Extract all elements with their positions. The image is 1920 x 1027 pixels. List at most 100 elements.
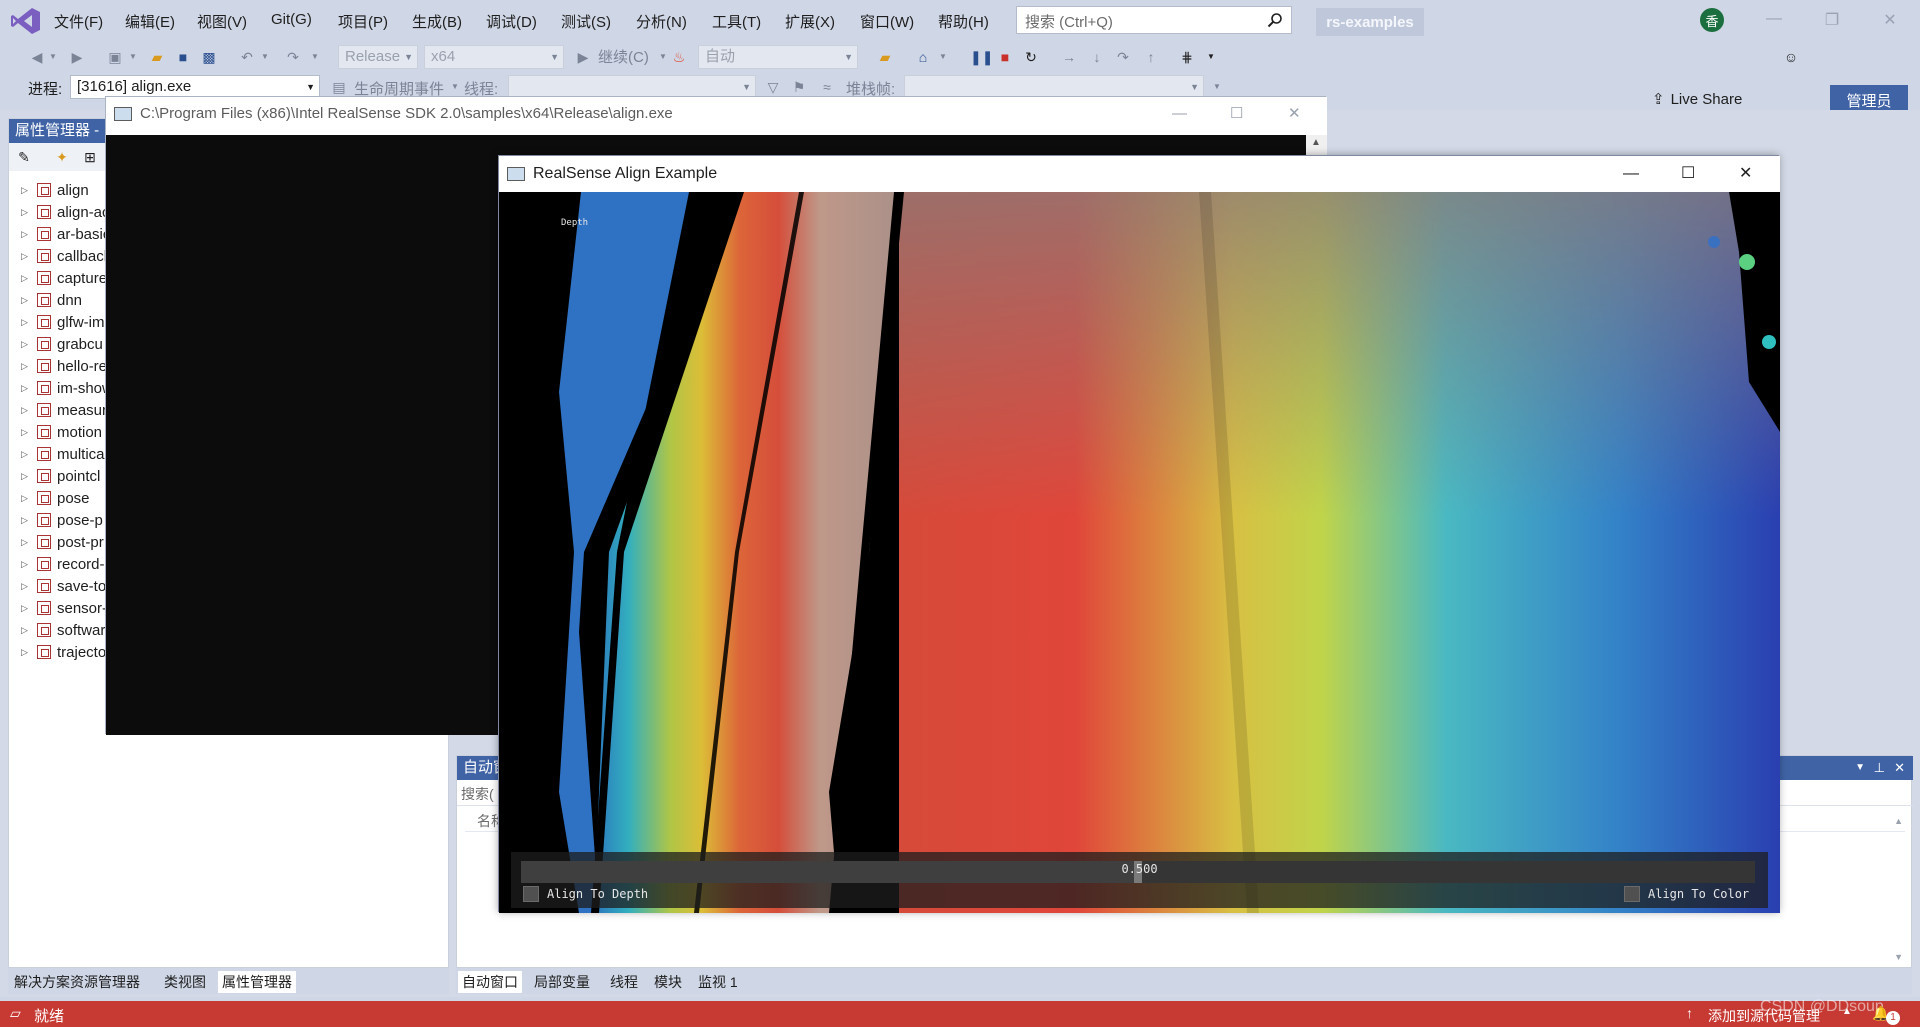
- expand-icon[interactable]: ▷: [21, 185, 31, 196]
- feedback-icon[interactable]: ☺: [1782, 48, 1800, 66]
- tree-item[interactable]: ▷ ar-basic: [21, 223, 110, 245]
- menu-help[interactable]: 帮助(H): [938, 11, 989, 32]
- tree-item[interactable]: ▷ record-: [21, 553, 105, 575]
- continue-button[interactable]: 继续(C): [598, 46, 649, 67]
- stop-icon[interactable]: ■: [996, 48, 1014, 66]
- tree-item[interactable]: ▷ glfw-im: [21, 311, 105, 333]
- scroll-up-icon[interactable]: ▲: [1894, 816, 1903, 826]
- tab-watch-1[interactable]: 监视 1: [694, 971, 742, 993]
- tree-item[interactable]: ▷ save-to: [21, 575, 106, 597]
- tree-item[interactable]: ▷ trajecto: [21, 641, 106, 663]
- minimize-icon[interactable]: —: [1762, 10, 1786, 30]
- expand-icon[interactable]: ▷: [21, 295, 31, 306]
- wrench-icon[interactable]: ✎: [15, 148, 33, 166]
- application-insights-icon[interactable]: ⌂: [914, 48, 932, 66]
- tree-item[interactable]: ▷ hello-re: [21, 355, 107, 377]
- auto-dropdown[interactable]: 自动 ▼: [698, 45, 858, 69]
- scroll-up-icon[interactable]: ▲: [1311, 137, 1321, 148]
- checkbox-box[interactable]: [523, 886, 539, 902]
- redo-dropdown-icon[interactable]: ▼: [306, 48, 324, 66]
- show-threads-icon[interactable]: ≈: [818, 78, 836, 96]
- tree-item[interactable]: ▷ align-ac: [21, 201, 110, 223]
- tree-item[interactable]: ▷ pose-p: [21, 509, 103, 531]
- tab-property-manager[interactable]: 属性管理器: [218, 971, 296, 993]
- tree-item[interactable]: ▷ capture: [21, 267, 107, 289]
- undo-icon[interactable]: ↶: [238, 48, 256, 66]
- tab-class-view[interactable]: 类视图: [160, 971, 210, 993]
- tab-locals[interactable]: 局部变量: [530, 971, 594, 993]
- expand-icon[interactable]: ▷: [21, 405, 31, 416]
- expand-icon[interactable]: ▷: [21, 515, 31, 526]
- expand-icon[interactable]: ▷: [21, 493, 31, 504]
- expand-icon[interactable]: ▷: [21, 625, 31, 636]
- back-dropdown-icon[interactable]: ▼: [44, 48, 62, 66]
- expand-icon[interactable]: ▷: [21, 339, 31, 350]
- tree-item[interactable]: ▷ multica: [21, 443, 105, 465]
- visual-studio-logo-icon[interactable]: [10, 6, 42, 36]
- tree-item[interactable]: ▷ sensor-: [21, 597, 107, 619]
- expand-icon[interactable]: ▷: [21, 647, 31, 658]
- tree-item[interactable]: ▷ im-show: [21, 377, 113, 399]
- tab-threads[interactable]: 线程: [606, 971, 642, 993]
- save-all-icon[interactable]: ▩: [200, 48, 218, 66]
- toolbar-overflow-icon[interactable]: ▼: [1202, 48, 1220, 66]
- lifecycle-dropdown-icon[interactable]: ▼: [446, 78, 464, 96]
- expand-icon[interactable]: ▷: [21, 229, 31, 240]
- console-title-bar[interactable]: C:\Program Files (x86)\Intel RealSense S…: [106, 97, 1327, 135]
- realsense-title-bar[interactable]: RealSense Align Example — ☐ ✕: [499, 156, 1780, 192]
- align-to-color-checkbox[interactable]: Align To Color: [1624, 886, 1749, 902]
- filter-icon[interactable]: ▽: [764, 78, 782, 96]
- menu-edit[interactable]: 编辑(E): [125, 11, 175, 32]
- realsense-minimize-icon[interactable]: —: [1623, 156, 1639, 192]
- toolbar2-overflow-icon[interactable]: ▼: [1208, 78, 1226, 96]
- tree-item[interactable]: ▷ dnn: [21, 289, 82, 311]
- menu-analyze[interactable]: 分析(N): [636, 11, 687, 32]
- tree-item[interactable]: ▷ motion: [21, 421, 102, 443]
- expand-icon[interactable]: ▷: [21, 273, 31, 284]
- checkbox-box[interactable]: [1624, 886, 1640, 902]
- expand-icon[interactable]: ▷: [21, 361, 31, 372]
- new-project-icon[interactable]: ▣: [106, 48, 124, 66]
- platform-dropdown[interactable]: x64 ▼: [424, 45, 564, 69]
- tree-item[interactable]: ▷ post-pr: [21, 531, 104, 553]
- menu-extensions[interactable]: 扩展(X): [785, 11, 835, 32]
- menu-test[interactable]: 测试(S): [561, 11, 611, 32]
- restore-icon[interactable]: ❐: [1820, 10, 1844, 30]
- step-into-icon[interactable]: ↓: [1088, 48, 1106, 66]
- pause-icon[interactable]: ❚❚: [970, 48, 993, 66]
- open-folder-icon[interactable]: ▰: [148, 48, 166, 66]
- menu-debug[interactable]: 调试(D): [486, 11, 537, 32]
- console-maximize-icon[interactable]: ☐: [1230, 97, 1243, 131]
- flag-icon[interactable]: ⚑: [790, 78, 808, 96]
- menu-build[interactable]: 生成(B): [412, 11, 462, 32]
- upload-icon[interactable]: ↑: [1686, 1005, 1693, 1021]
- tree-item[interactable]: ▷ align: [21, 179, 89, 201]
- add-property-sheet-icon[interactable]: ✦: [53, 148, 71, 166]
- redo-icon[interactable]: ↷: [284, 48, 302, 66]
- tree-item[interactable]: ▷ pointcl: [21, 465, 100, 487]
- expand-icon[interactable]: ▷: [21, 449, 31, 460]
- tree-item[interactable]: ▷ grabcu: [21, 333, 103, 355]
- expand-icon[interactable]: ▷: [21, 471, 31, 482]
- continue-play-icon[interactable]: ▶: [574, 48, 592, 66]
- new-dropdown-icon[interactable]: ▼: [124, 48, 142, 66]
- menu-view[interactable]: 视图(V): [197, 11, 247, 32]
- save-icon[interactable]: ■: [174, 48, 192, 66]
- search-input[interactable]: 搜索 (Ctrl+Q): [1016, 6, 1292, 34]
- tab-modules[interactable]: 模块: [650, 971, 686, 993]
- expand-icon[interactable]: ▷: [21, 317, 31, 328]
- tab-autos[interactable]: 自动窗口: [458, 971, 522, 993]
- close-icon[interactable]: ✕: [1878, 10, 1902, 30]
- menu-file[interactable]: 文件(F): [54, 11, 103, 32]
- insights-dropdown-icon[interactable]: ▼: [934, 48, 952, 66]
- menu-project[interactable]: 项目(P): [338, 11, 388, 32]
- realsense-window[interactable]: RealSense Align Example — ☐ ✕ Depth 0.50…: [498, 155, 1780, 913]
- step-over-icon[interactable]: ↷: [1114, 48, 1132, 66]
- expand-icon[interactable]: ▷: [21, 383, 31, 394]
- undo-dropdown-icon[interactable]: ▼: [256, 48, 274, 66]
- realsense-close-icon[interactable]: ✕: [1739, 156, 1752, 192]
- expand-icon[interactable]: ▷: [21, 603, 31, 614]
- config-dropdown[interactable]: Release ▼: [338, 45, 418, 69]
- menu-tools[interactable]: 工具(T): [712, 11, 761, 32]
- step-out-icon[interactable]: ↑: [1142, 48, 1160, 66]
